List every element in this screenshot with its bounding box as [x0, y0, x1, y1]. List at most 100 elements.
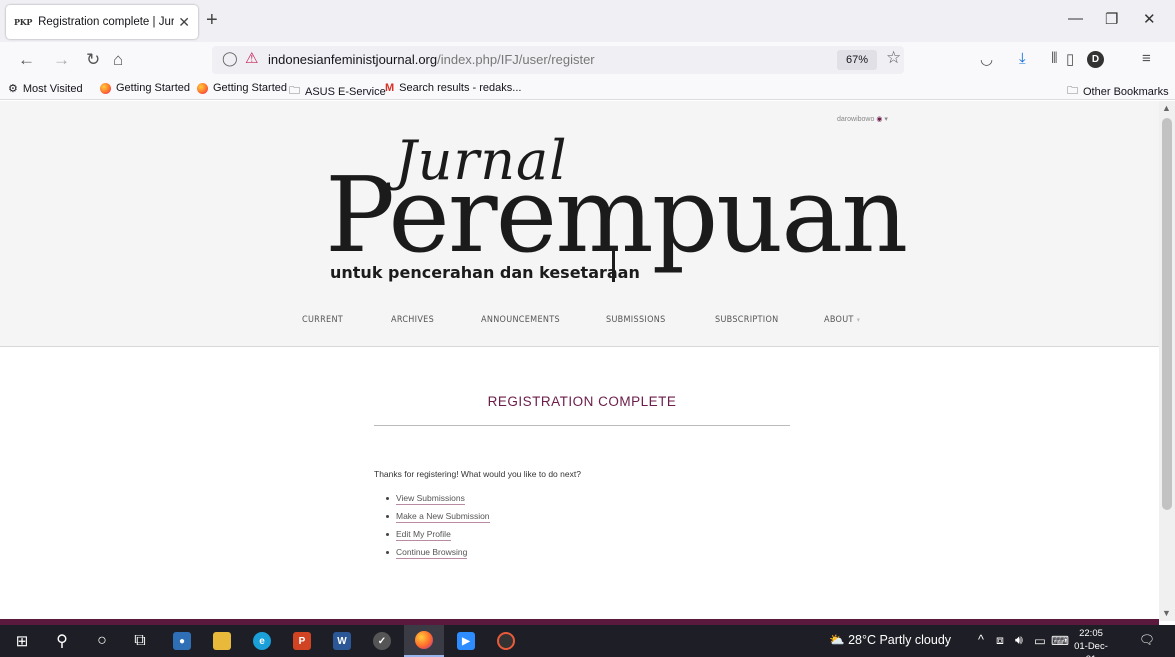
- zoom-level-badge[interactable]: 67%: [837, 50, 877, 70]
- video-camera-icon: ▶: [457, 632, 475, 650]
- folder-icon: 🗀: [289, 85, 300, 97]
- bookmark-getting-started-1[interactable]: Getting Started: [100, 82, 190, 94]
- media-icon: [497, 632, 515, 650]
- taskbar-app-3[interactable]: [488, 625, 524, 657]
- home-icon[interactable]: ⌂: [113, 50, 123, 70]
- taskbar-file-explorer[interactable]: [204, 625, 240, 657]
- bullet: [386, 551, 389, 554]
- powerpoint-icon: P: [293, 632, 311, 650]
- link-continue-browsing[interactable]: Continue Browsing: [396, 547, 468, 559]
- user-menu[interactable]: darowibowo ◉ ▾: [837, 115, 888, 123]
- task-view-button[interactable]: ⧉: [122, 625, 158, 657]
- tab-registration-complete[interactable]: PKP Registration complete | Jurnal P ✕: [6, 5, 198, 39]
- close-tab-icon[interactable]: ✕: [178, 14, 190, 31]
- link-new-submission[interactable]: Make a New Submission: [396, 511, 490, 523]
- nav-about-label: ABOUT: [824, 315, 854, 325]
- url-text[interactable]: indonesianfeministjournal.org/index.php/…: [268, 52, 595, 67]
- bookmarks-bar: ⚙ Most Visited Getting Started Getting St…: [0, 78, 1175, 100]
- search-icon: ⚲: [56, 633, 68, 650]
- taskbar-app-2[interactable]: ✓: [364, 625, 400, 657]
- weather-text: 28°C Partly cloudy: [848, 633, 952, 647]
- forward-icon[interactable]: →: [53, 50, 70, 70]
- scroll-down-icon[interactable]: ▼: [1162, 608, 1171, 618]
- start-button[interactable]: ⊞: [4, 625, 40, 657]
- keyboard-icon[interactable]: ⌨: [1051, 633, 1069, 648]
- taskbar-firefox[interactable]: [404, 625, 444, 657]
- url-path: /index.php/IFJ/user/register: [437, 52, 595, 67]
- nav-current[interactable]: CURRENT: [302, 315, 343, 325]
- battery-icon[interactable]: ▭: [1034, 633, 1046, 648]
- new-tab-icon[interactable]: +: [206, 9, 218, 32]
- list-item: Make a New Submission: [386, 511, 490, 529]
- back-icon[interactable]: ←: [18, 50, 35, 70]
- notifications-icon[interactable]: 🗨︎: [1139, 633, 1155, 648]
- bookmark-most-visited[interactable]: ⚙ Most Visited: [8, 82, 83, 96]
- system-clock[interactable]: 22:05 01-Dec-21: [1071, 627, 1111, 657]
- url-bar[interactable]: ◯ ⚠ indonesianfeministjournal.org/index.…: [212, 46, 904, 74]
- bookmark-label: Search results - redaks...: [399, 82, 522, 94]
- page-scrollbar[interactable]: ▲ ▼: [1159, 101, 1175, 621]
- pocket-icon[interactable]: ◡: [980, 50, 993, 68]
- page-title: REGISTRATION COMPLETE: [487, 394, 677, 409]
- page-viewport: darowibowo ◉ ▾ Jurnal Perempuan untuk pe…: [0, 101, 1159, 621]
- clock-time: 22:05: [1079, 628, 1103, 639]
- bookmark-getting-started-2[interactable]: Getting Started: [197, 82, 287, 94]
- bullet: [386, 497, 389, 500]
- minimize-icon[interactable]: —: [1068, 10, 1083, 27]
- logo-divider: [612, 249, 615, 282]
- intro-text: Thanks for registering! What would you l…: [374, 469, 581, 479]
- close-window-icon[interactable]: ✕: [1143, 10, 1156, 28]
- chevron-down-icon: ▾: [856, 316, 861, 324]
- firefox-icon: [100, 82, 111, 94]
- site-header: darowibowo ◉ ▾ Jurnal Perempuan untuk pe…: [0, 101, 1159, 347]
- nav-about[interactable]: ABOUT ▾: [824, 315, 860, 325]
- bookmark-asus[interactable]: 🗀 ASUS E-Service: [289, 82, 386, 101]
- sidebar-icon[interactable]: ▯: [1066, 50, 1074, 68]
- nav-submissions[interactable]: SUBMISSIONS: [606, 315, 666, 325]
- taskbar-app-1[interactable]: ●: [164, 625, 200, 657]
- windows-taskbar: ⊞ ⚲ ○ ⧉ ● e P W ✓ ▶ ⛅ 28°C Partly cloudy…: [0, 625, 1175, 657]
- nav-bar: ← → ↻ ⌂ ◯ ⚠ indonesianfeministjournal.or…: [0, 42, 1175, 78]
- nav-archives[interactable]: ARCHIVES: [391, 315, 434, 325]
- taskbar-zoom[interactable]: ▶: [448, 625, 484, 657]
- taskbar-word[interactable]: W: [324, 625, 360, 657]
- menu-icon[interactable]: ≡: [1142, 50, 1151, 67]
- chevron-down-icon: ▾: [884, 116, 888, 123]
- app-icon: ✓: [373, 632, 391, 650]
- reload-icon[interactable]: ↻: [86, 50, 100, 70]
- bullet: [386, 533, 389, 536]
- nav-subscription[interactable]: SUBSCRIPTION: [715, 315, 779, 325]
- network-icon[interactable]: ⧈: [996, 633, 1004, 648]
- cortana-button[interactable]: ○: [84, 625, 120, 657]
- task-view-icon: ⧉: [134, 632, 146, 649]
- link-view-submissions[interactable]: View Submissions: [396, 493, 465, 505]
- bookmark-label: Other Bookmarks: [1083, 85, 1169, 98]
- weather-widget[interactable]: ⛅ 28°C Partly cloudy: [829, 633, 951, 648]
- bookmark-other[interactable]: 🗀 Other Bookmarks: [1067, 82, 1169, 101]
- scroll-up-icon[interactable]: ▲: [1162, 103, 1171, 113]
- partly-cloudy-icon: ⛅: [829, 633, 845, 647]
- logo-main-text[interactable]: Perempuan: [325, 163, 908, 267]
- clock-date: 01-Dec-21: [1074, 641, 1108, 657]
- search-button[interactable]: ⚲: [44, 625, 80, 657]
- library-icon[interactable]: ⦀: [1051, 50, 1058, 67]
- bookmark-gmail[interactable]: M Search results - redaks...: [385, 82, 521, 94]
- bookmark-label: Getting Started: [116, 82, 190, 94]
- url-host: indonesianfeministjournal.org: [268, 52, 438, 67]
- restore-icon[interactable]: ❐: [1105, 10, 1118, 28]
- tracking-shield-icon[interactable]: ◯: [222, 50, 238, 67]
- bookmark-label: ASUS E-Service: [305, 85, 386, 98]
- pkp-favicon-icon: PKP: [14, 17, 33, 27]
- show-hidden-icons[interactable]: ^: [978, 633, 984, 647]
- taskbar-edge[interactable]: e: [244, 625, 280, 657]
- nav-announcements[interactable]: ANNOUNCEMENTS: [481, 315, 560, 325]
- username: darowibowo: [837, 116, 875, 123]
- taskbar-powerpoint[interactable]: P: [284, 625, 320, 657]
- account-avatar[interactable]: D: [1087, 51, 1104, 68]
- link-edit-profile[interactable]: Edit My Profile: [396, 529, 451, 541]
- connection-warning-icon[interactable]: ⚠: [245, 49, 258, 67]
- scrollbar-thumb[interactable]: [1162, 118, 1172, 510]
- bookmark-star-icon[interactable]: ☆: [886, 48, 901, 68]
- volume-icon[interactable]: 🔊︎: [1015, 633, 1023, 648]
- downloads-icon[interactable]: ⤓: [1019, 50, 1026, 67]
